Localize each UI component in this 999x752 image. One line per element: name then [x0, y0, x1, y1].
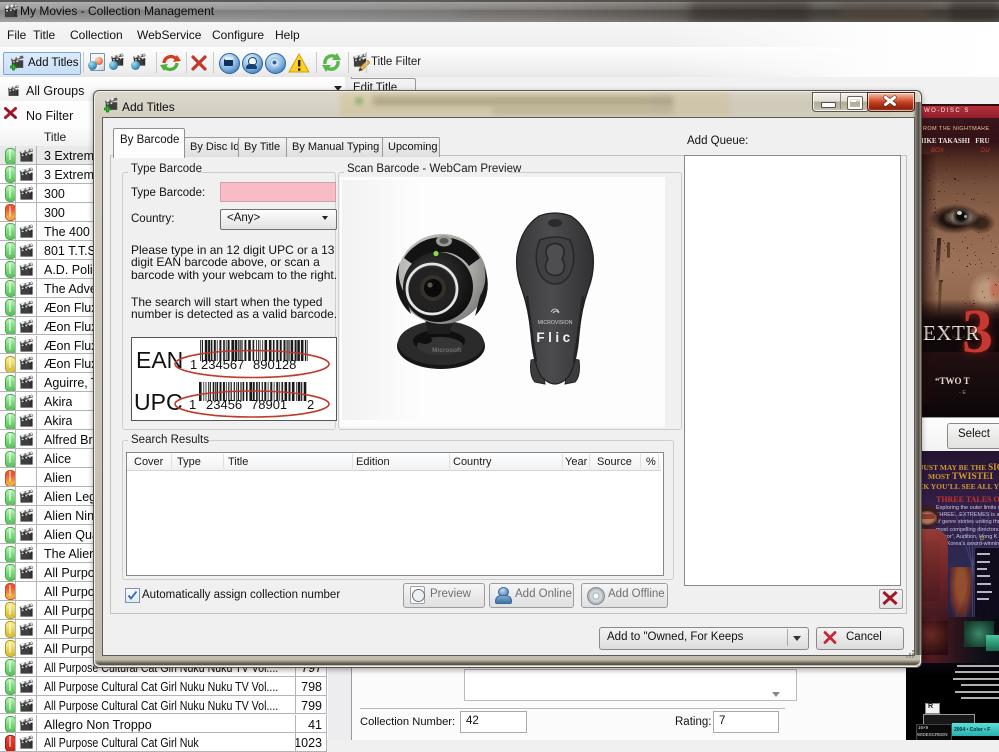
svg-text:23456: 23456: [206, 397, 242, 412]
svg-text:Microsoft: Microsoft: [432, 347, 462, 354]
svg-text:2: 2: [307, 397, 314, 412]
svg-text:EAN: EAN: [136, 347, 183, 373]
svg-text:1: 1: [189, 397, 196, 412]
svg-text:MICROVISION: MICROVISION: [538, 320, 573, 326]
svg-text:234567: 234567: [201, 357, 244, 372]
svg-text:890128: 890128: [253, 357, 296, 372]
svg-text:1: 1: [190, 357, 197, 372]
svg-text:Flic: Flic: [536, 330, 573, 345]
svg-text:78901: 78901: [251, 397, 287, 412]
